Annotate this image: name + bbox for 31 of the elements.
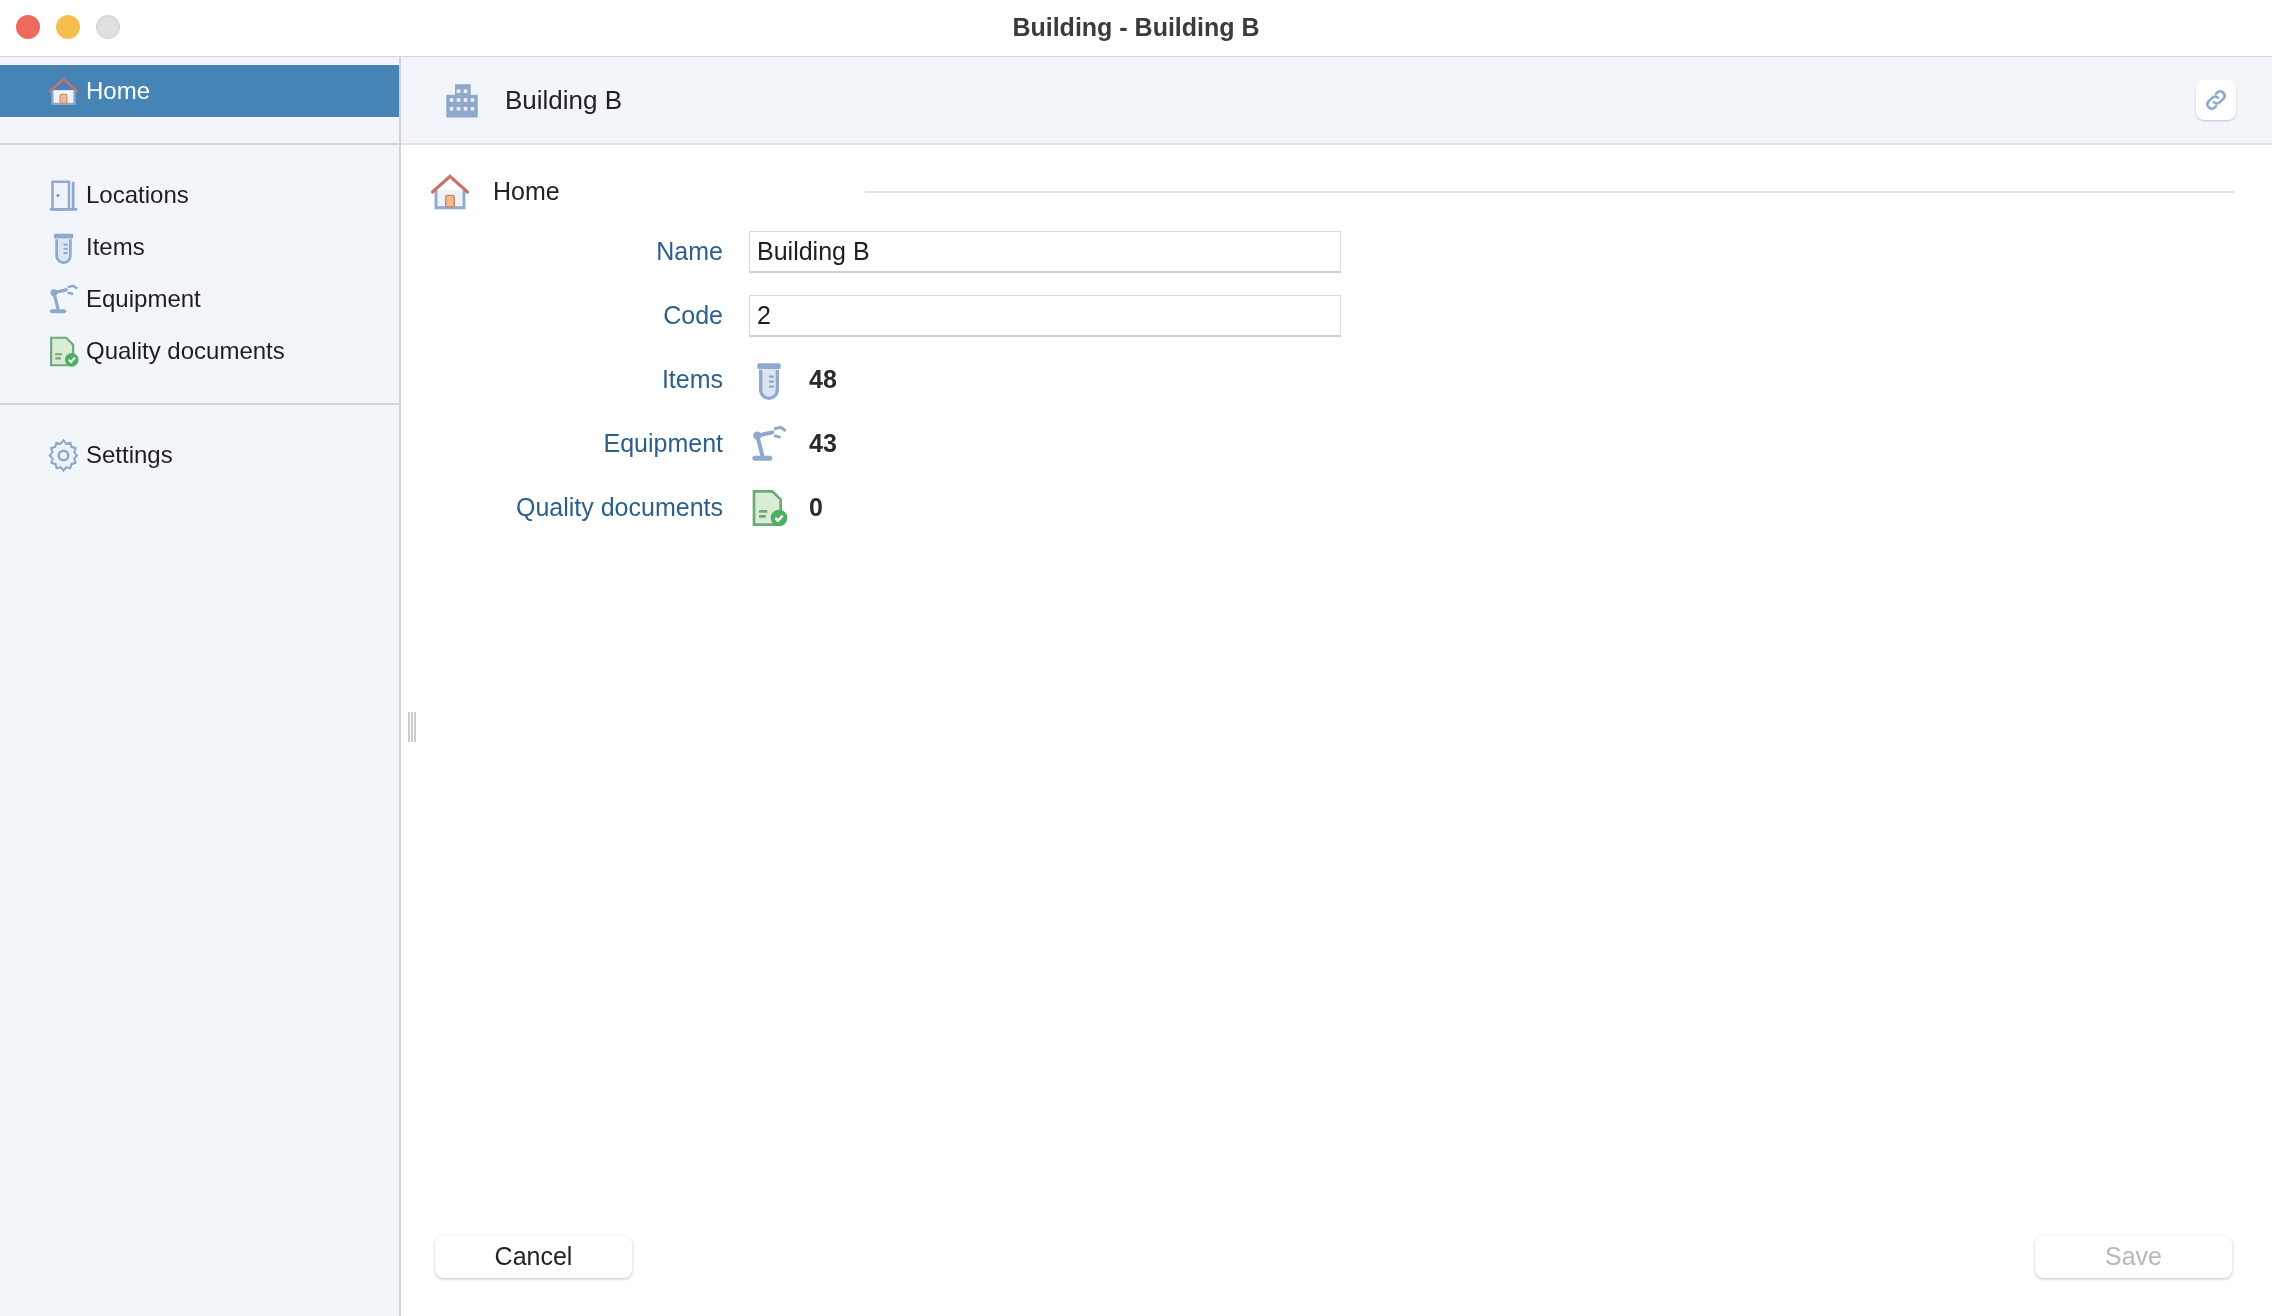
count-value: 0 [809, 492, 823, 524]
field-label: Quality documents [514, 492, 723, 524]
document-check-icon [47, 334, 80, 368]
sidebar-item[interactable]: Locations [0, 169, 399, 221]
minimize-window-button[interactable] [56, 15, 80, 39]
field-label: Code [662, 300, 723, 332]
text-field[interactable]: 2 [749, 295, 1341, 337]
section-title: Home [493, 176, 561, 208]
settings-icon [47, 438, 80, 472]
count-value: 43 [809, 428, 837, 460]
window-title: Building - Building B [1012, 12, 1260, 44]
sidebar-item[interactable]: Settings [0, 429, 399, 481]
splitter-handle-icon[interactable] [407, 712, 417, 742]
text-field[interactable]: Building B [749, 231, 1341, 273]
sidebar-item[interactable]: Items [0, 221, 399, 273]
field-label: Name [655, 236, 723, 268]
robot-arm-icon [47, 282, 80, 316]
sidebar-item[interactable]: Home [0, 65, 399, 117]
header-title: Building B [505, 83, 624, 117]
count-value: 48 [809, 364, 837, 396]
field-label: Items [660, 364, 723, 396]
close-window-button[interactable] [16, 15, 40, 39]
door-icon [47, 178, 80, 212]
cancel-button[interactable]: Cancel [435, 1236, 632, 1278]
link-icon [2203, 87, 2229, 113]
house-icon [47, 74, 80, 108]
sidebar-item[interactable]: Quality documents [0, 325, 399, 377]
sidebar-item[interactable]: Equipment [0, 273, 399, 325]
robot-arm-icon [749, 424, 789, 464]
link-button[interactable] [2196, 80, 2236, 120]
field-label: Equipment [602, 428, 723, 460]
